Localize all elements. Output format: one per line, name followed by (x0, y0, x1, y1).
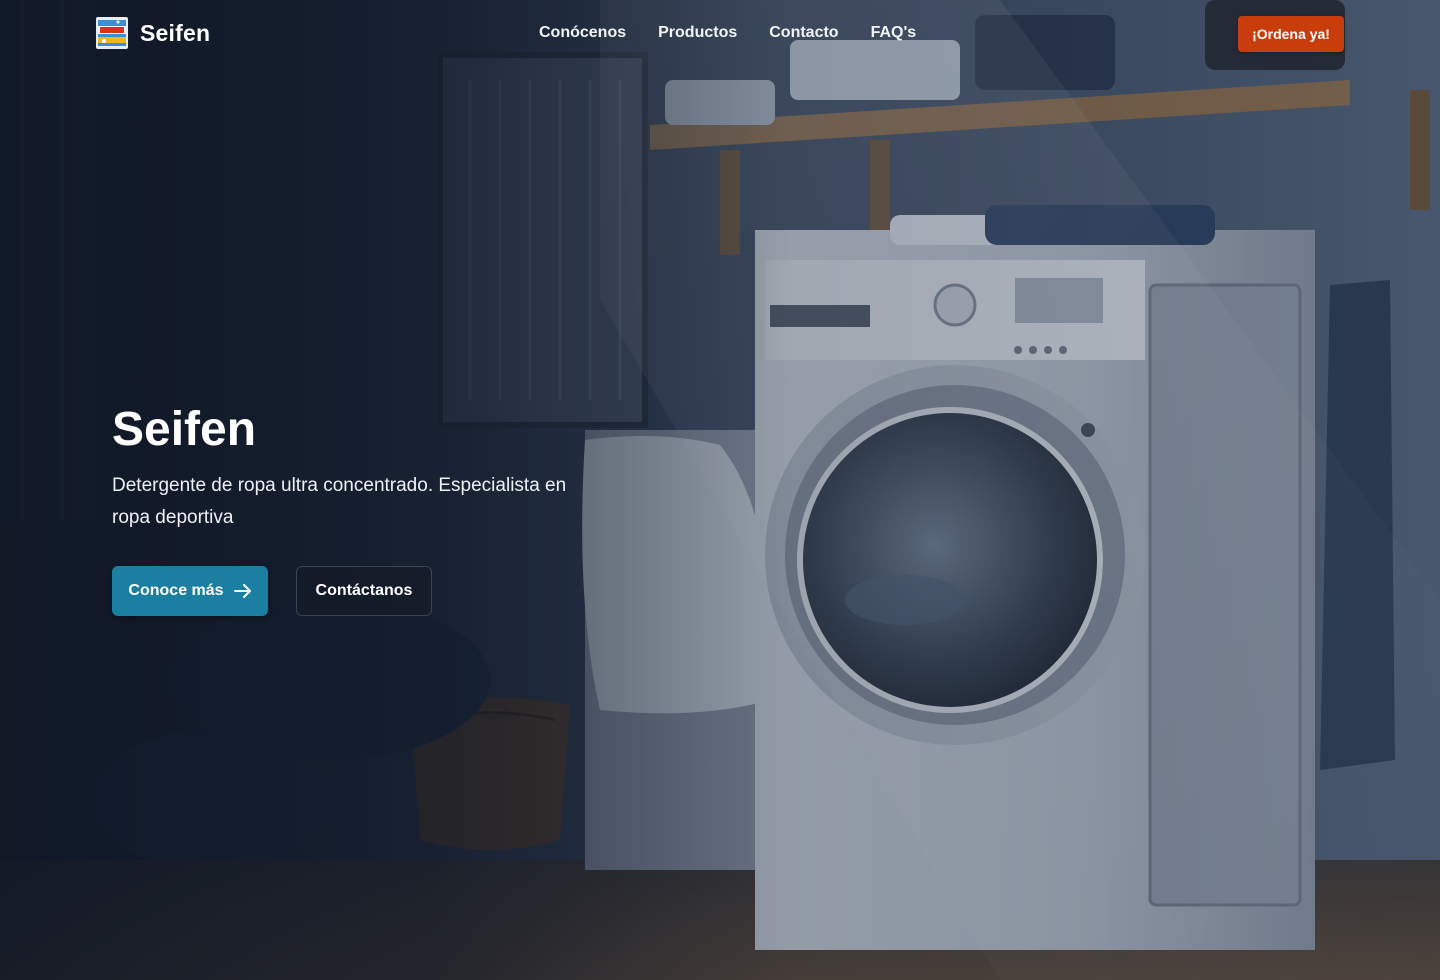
top-navbar: Seifen Conócenos Productos Contacto FAQ'… (0, 0, 1440, 68)
brand-name: Seifen (140, 19, 211, 46)
learn-more-button[interactable]: Conoce más (112, 566, 268, 616)
order-now-button[interactable]: ¡Ordena ya! (1238, 16, 1344, 52)
hero-buttons: Conoce más Contáctanos (112, 566, 432, 616)
brand-home-link[interactable]: Seifen (96, 17, 210, 49)
nav-link-faqs[interactable]: FAQ's (871, 24, 917, 42)
nav-link-conocenos[interactable]: Conócenos (539, 24, 626, 42)
hero-section: Seifen Conócenos Productos Contacto FAQ'… (0, 0, 1440, 980)
learn-more-label: Conoce más (128, 582, 224, 599)
nav-link-contacto[interactable]: Contacto (769, 24, 838, 42)
seifen-product-logo-icon (96, 17, 128, 49)
contact-us-button[interactable]: Contáctanos (296, 566, 432, 616)
hero-subtitle: Detergente de ropa ultra concentrado. Es… (112, 475, 567, 528)
arrow-right-icon (233, 584, 252, 598)
nav-links: Conócenos Productos Contacto FAQ's (539, 24, 948, 42)
nav-link-productos[interactable]: Productos (658, 24, 737, 42)
hero-content: Seifen Detergente de ropa ultra concentr… (112, 402, 602, 534)
hero-title: Seifen (112, 403, 257, 456)
